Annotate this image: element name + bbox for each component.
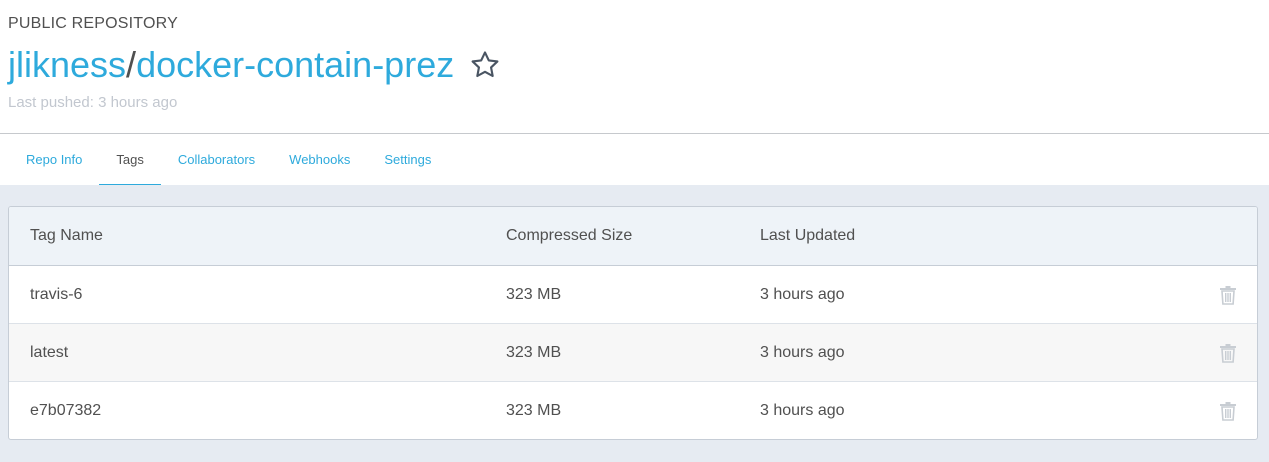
repo-visibility-label: PUBLIC REPOSITORY bbox=[8, 15, 178, 32]
repo-header: PUBLIC REPOSITORY jlikness/docker-contai… bbox=[0, 0, 1269, 134]
last-updated: 3 hours ago bbox=[760, 285, 845, 303]
delete-tag-button[interactable] bbox=[1217, 266, 1239, 323]
delete-tag-button[interactable] bbox=[1217, 382, 1239, 439]
last-updated: 3 hours ago bbox=[760, 402, 845, 419]
tab-settings[interactable]: Settings bbox=[367, 134, 448, 185]
column-header-compressed-size: Compressed Size bbox=[506, 227, 633, 244]
repo-title-row: jlikness/docker-contain-prez bbox=[8, 43, 502, 87]
repo-name-link[interactable]: docker-contain-prez bbox=[136, 44, 454, 85]
tag-name: latest bbox=[30, 343, 69, 361]
column-header-last-updated: Last Updated bbox=[760, 227, 856, 244]
star-outline-icon bbox=[471, 51, 499, 78]
compressed-size: 323 MB bbox=[506, 285, 562, 303]
column-header-tag-name: Tag Name bbox=[30, 227, 103, 244]
star-button[interactable] bbox=[468, 48, 502, 82]
repo-separator: / bbox=[126, 44, 137, 85]
compressed-size: 323 MB bbox=[506, 402, 562, 419]
tag-name: e7b07382 bbox=[30, 402, 102, 419]
tag-name: travis-6 bbox=[30, 285, 83, 303]
compressed-size: 323 MB bbox=[506, 343, 562, 361]
tab-tags[interactable]: Tags bbox=[99, 134, 162, 186]
repo-title: jlikness/docker-contain-prez bbox=[8, 43, 454, 87]
tags-content: Tag Name Compressed Size Last Updated tr… bbox=[0, 185, 1269, 462]
trash-icon bbox=[1220, 285, 1236, 305]
table-row: travis-6 323 MB 3 hours ago bbox=[9, 266, 1257, 324]
tags-table: Tag Name Compressed Size Last Updated tr… bbox=[8, 206, 1258, 440]
tab-repo-info[interactable]: Repo Info bbox=[0, 134, 99, 185]
tab-webhooks[interactable]: Webhooks bbox=[272, 134, 367, 185]
last-pushed-text: Last pushed: 3 hours ago bbox=[8, 94, 178, 111]
trash-icon bbox=[1220, 343, 1236, 363]
table-row: latest 323 MB 3 hours ago bbox=[9, 324, 1257, 382]
trash-icon bbox=[1220, 402, 1236, 421]
table-header-row: Tag Name Compressed Size Last Updated bbox=[9, 207, 1257, 266]
delete-tag-button[interactable] bbox=[1217, 324, 1239, 381]
tab-collaborators[interactable]: Collaborators bbox=[161, 134, 272, 185]
repo-tabs: Repo Info Tags Collaborators Webhooks Se… bbox=[0, 134, 1269, 186]
repo-owner-link[interactable]: jlikness bbox=[8, 44, 126, 85]
table-row: e7b07382 323 MB 3 hours ago bbox=[9, 382, 1257, 439]
last-updated: 3 hours ago bbox=[760, 343, 845, 361]
